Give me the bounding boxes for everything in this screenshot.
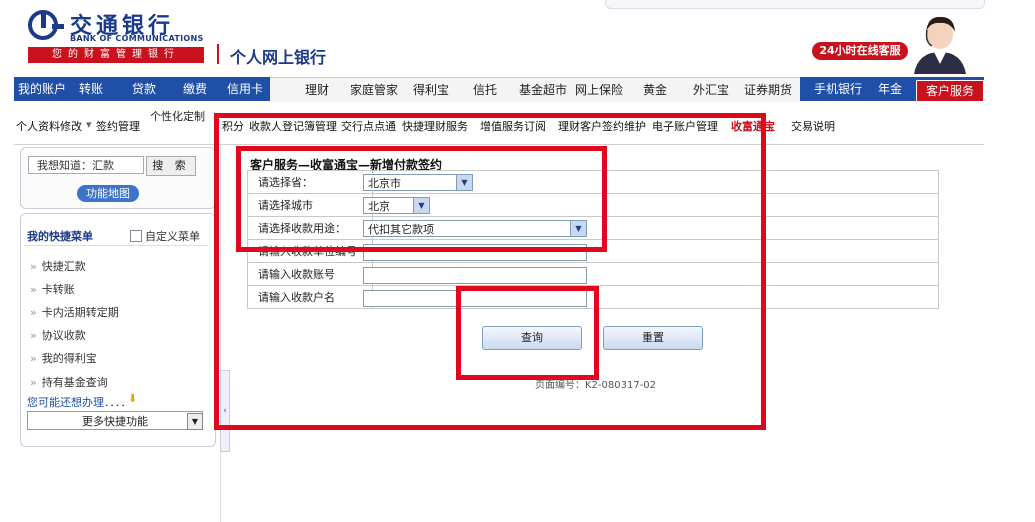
nav-delibao[interactable]: 得利宝 bbox=[413, 78, 449, 102]
bank-logo-icon bbox=[28, 10, 64, 40]
nav-credit-card[interactable]: 信用卡 bbox=[227, 77, 263, 101]
nav-annuity[interactable]: 年金 bbox=[878, 77, 902, 101]
nav-fund[interactable]: 基金超市 bbox=[519, 78, 567, 102]
custom-menu-link[interactable]: 自定义菜单 bbox=[145, 228, 200, 244]
annotation-box-query bbox=[456, 286, 599, 380]
header-divider bbox=[217, 44, 219, 64]
subnav-personalize[interactable]: 个性化定制 bbox=[150, 108, 205, 124]
bank-slogan: 您的财富管理银行 bbox=[28, 47, 204, 63]
quick-item-card-transfer[interactable]: 卡转账 bbox=[30, 281, 75, 297]
maybe-handle-link[interactable]: 您可能还想办理．．．． bbox=[27, 394, 132, 410]
nav-family[interactable]: 家庭管家 bbox=[350, 78, 398, 102]
subnav-sep: ▾ bbox=[86, 118, 92, 131]
know-search-input[interactable]: 我想知道：汇款 bbox=[28, 156, 144, 174]
subnav-help[interactable]: 交易说明 bbox=[791, 118, 835, 134]
quick-menu-title: 我的快捷菜单 bbox=[27, 230, 93, 243]
subnav-contract[interactable]: 签约管理 bbox=[96, 118, 140, 134]
quick-item-agreement[interactable]: 协议收款 bbox=[30, 327, 86, 343]
function-map-button[interactable]: 功能地图 bbox=[77, 185, 139, 202]
nav-transfer[interactable]: 转账 bbox=[79, 77, 103, 101]
online-service-button[interactable]: 24小时在线客服 bbox=[812, 42, 908, 60]
annotation-box-fields bbox=[236, 146, 607, 252]
subnav-profile[interactable]: 个人资料修改 bbox=[16, 118, 82, 134]
nav-forex[interactable]: 外汇宝 bbox=[693, 78, 729, 102]
nav-payment[interactable]: 缴费 bbox=[183, 77, 207, 101]
nav-mobile-bank[interactable]: 手机银行 bbox=[814, 77, 862, 101]
dropdown-arrow-icon[interactable]: ▼ bbox=[187, 413, 203, 430]
divider bbox=[24, 245, 208, 246]
quick-item-fixed-deposit[interactable]: 卡内活期转定期 bbox=[30, 304, 119, 320]
service-agent-avatar bbox=[914, 16, 966, 74]
nav-wealth[interactable]: 理财 bbox=[305, 78, 329, 102]
site-title: 个人网上银行 bbox=[230, 48, 327, 67]
customize-icon[interactable] bbox=[130, 230, 142, 242]
nav-loan[interactable]: 贷款 bbox=[132, 77, 156, 101]
arrow-down-icon: ⬇ bbox=[128, 392, 138, 405]
quick-item-fund-query[interactable]: 持有基金查询 bbox=[30, 374, 108, 390]
main-nav-middle: 理财 家庭管家 得利宝 信托 基金超市 网上保险 黄金 外汇宝 证券期货 bbox=[270, 77, 800, 102]
quick-item-remit[interactable]: 快捷汇款 bbox=[30, 258, 86, 274]
top-search-strip[interactable] bbox=[605, 0, 985, 9]
nav-insurance[interactable]: 网上保险 bbox=[575, 78, 623, 102]
quick-item-delibao[interactable]: 我的得利宝 bbox=[30, 350, 97, 366]
nav-gold[interactable]: 黄金 bbox=[643, 78, 667, 102]
nav-securities[interactable]: 证券期货 bbox=[744, 78, 792, 102]
bank-name-en: BANK OF COMMUNICATIONS bbox=[70, 34, 204, 43]
nav-my-account[interactable]: 我的账户 bbox=[18, 77, 66, 101]
search-button[interactable]: 搜 索 bbox=[146, 156, 196, 176]
nav-customer-service[interactable]: 客户服务 bbox=[916, 80, 984, 102]
more-functions-select[interactable]: 更多快捷功能 bbox=[27, 411, 203, 430]
nav-trust[interactable]: 信托 bbox=[473, 78, 497, 102]
